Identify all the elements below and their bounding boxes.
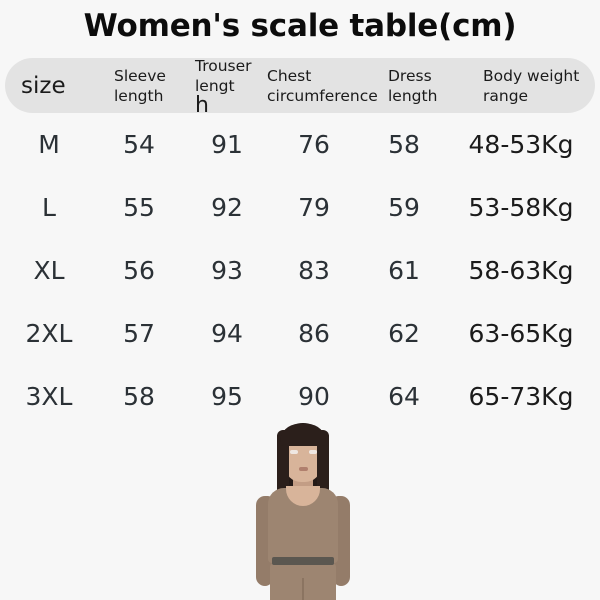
cell-body-weight-range: 48-53Kg <box>468 130 574 159</box>
column-header-sleeve-length: Sleeve length <box>114 58 198 113</box>
cell-dress-length: 64 <box>388 382 420 411</box>
table-row: M 54 91 76 58 48-53Kg <box>0 113 600 176</box>
model-eye-left <box>290 450 298 454</box>
size-chart-table: size Sleeve length Trouser lengt h Chest … <box>0 55 600 428</box>
cell-chest-circumference: 79 <box>298 193 330 222</box>
cell-sleeve-length: 58 <box>123 382 155 411</box>
cell-sleeve-length: 55 <box>123 193 155 222</box>
column-header-body-weight-range: Body weight range <box>483 58 600 113</box>
cell-body-weight-range: 65-73Kg <box>468 382 574 411</box>
cell-size: 2XL <box>25 319 73 348</box>
cell-trouser-length: 94 <box>211 319 243 348</box>
cell-dress-length: 59 <box>388 193 420 222</box>
column-header-sleeve-length-line2: length <box>114 86 164 105</box>
cell-size: 3XL <box>25 382 73 411</box>
cell-trouser-length: 91 <box>211 130 243 159</box>
cell-sleeve-length: 54 <box>123 130 155 159</box>
cell-dress-length: 58 <box>388 130 420 159</box>
cell-sleeve-length: 56 <box>123 256 155 285</box>
cell-dress-length: 62 <box>388 319 420 348</box>
column-header-dress-length: Dress length <box>388 58 470 113</box>
cell-chest-circumference: 76 <box>298 130 330 159</box>
page-title: Women's scale table(cm) <box>83 8 517 44</box>
cell-trouser-length: 95 <box>211 382 243 411</box>
table-row: XL 56 93 83 61 58-63Kg <box>0 239 600 302</box>
cell-body-weight-range: 63-65Kg <box>468 319 574 348</box>
column-header-size-line1: size <box>21 72 66 99</box>
cell-chest-circumference: 90 <box>298 382 330 411</box>
cell-chest-circumference: 86 <box>298 319 330 348</box>
cell-trouser-length: 92 <box>211 193 243 222</box>
column-header-dress-length-line1: Dress <box>388 66 432 85</box>
cell-body-weight-range: 53-58Kg <box>468 193 574 222</box>
column-header-chest-circumference-line1: Chest <box>267 66 312 85</box>
cell-size: XL <box>33 256 65 285</box>
table-header-row: size Sleeve length Trouser lengt h Chest … <box>5 57 595 116</box>
model-leg-seam <box>302 578 304 600</box>
model-photo <box>228 420 378 600</box>
model-lips <box>299 467 308 471</box>
column-header-body-weight-range-line2: range <box>483 86 529 105</box>
model-bangs <box>280 424 326 446</box>
column-header-sleeve-length-line1: Sleeve <box>114 66 166 85</box>
table-row: L 55 92 79 59 53-58Kg <box>0 176 600 239</box>
column-header-size: size <box>21 58 111 113</box>
model-waistband <box>272 557 334 565</box>
cell-dress-length: 61 <box>388 256 420 285</box>
cell-size: L <box>42 193 56 222</box>
cell-trouser-length: 93 <box>211 256 243 285</box>
column-header-dress-length-line2: length <box>388 86 438 105</box>
column-header-body-weight-range-line1: Body weight <box>483 66 580 85</box>
model-eye-right <box>309 450 317 454</box>
column-header-chest-circumference: Chest circumference <box>267 58 391 113</box>
cell-size: M <box>38 130 60 159</box>
cell-body-weight-range: 58-63Kg <box>468 256 574 285</box>
cell-sleeve-length: 57 <box>123 319 155 348</box>
table-row: 3XL 58 95 90 64 65-73Kg <box>0 365 600 428</box>
cell-chest-circumference: 83 <box>298 256 330 285</box>
column-header-chest-circumference-line2: circumference <box>267 86 378 105</box>
table-row: 2XL 57 94 86 62 63-65Kg <box>0 302 600 365</box>
